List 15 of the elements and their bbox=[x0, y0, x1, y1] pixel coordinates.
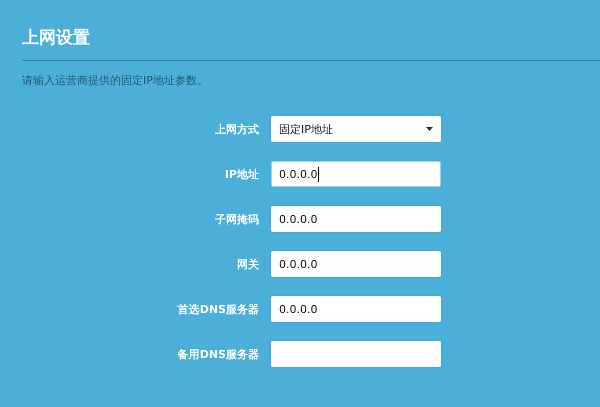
field-label: IP地址 bbox=[224, 166, 259, 182]
caret-icon bbox=[426, 127, 433, 131]
input-field[interactable]: 0.0.0.0 bbox=[271, 296, 441, 322]
field-label: 备用DNS服务器 bbox=[178, 346, 259, 362]
description-text: 请输入运营商提供的固定IP地址参数。 bbox=[22, 73, 209, 89]
field-label: 网关 bbox=[237, 256, 259, 272]
connection-type-dropdown[interactable]: 固定IP地址 bbox=[271, 116, 441, 142]
input-field[interactable]: 0.0.0.0 bbox=[271, 206, 441, 232]
input-field[interactable] bbox=[271, 341, 441, 367]
input-field[interactable]: 0.0.0.0 bbox=[271, 251, 441, 277]
field-label: 上网方式 bbox=[215, 122, 259, 136]
field-label: 首选DNS服务器 bbox=[178, 302, 259, 316]
input-field[interactable]: 0.0.0.0 bbox=[271, 161, 441, 187]
page-title: 上网设置 bbox=[22, 27, 91, 50]
field-label: 子网掩码 bbox=[215, 212, 259, 226]
